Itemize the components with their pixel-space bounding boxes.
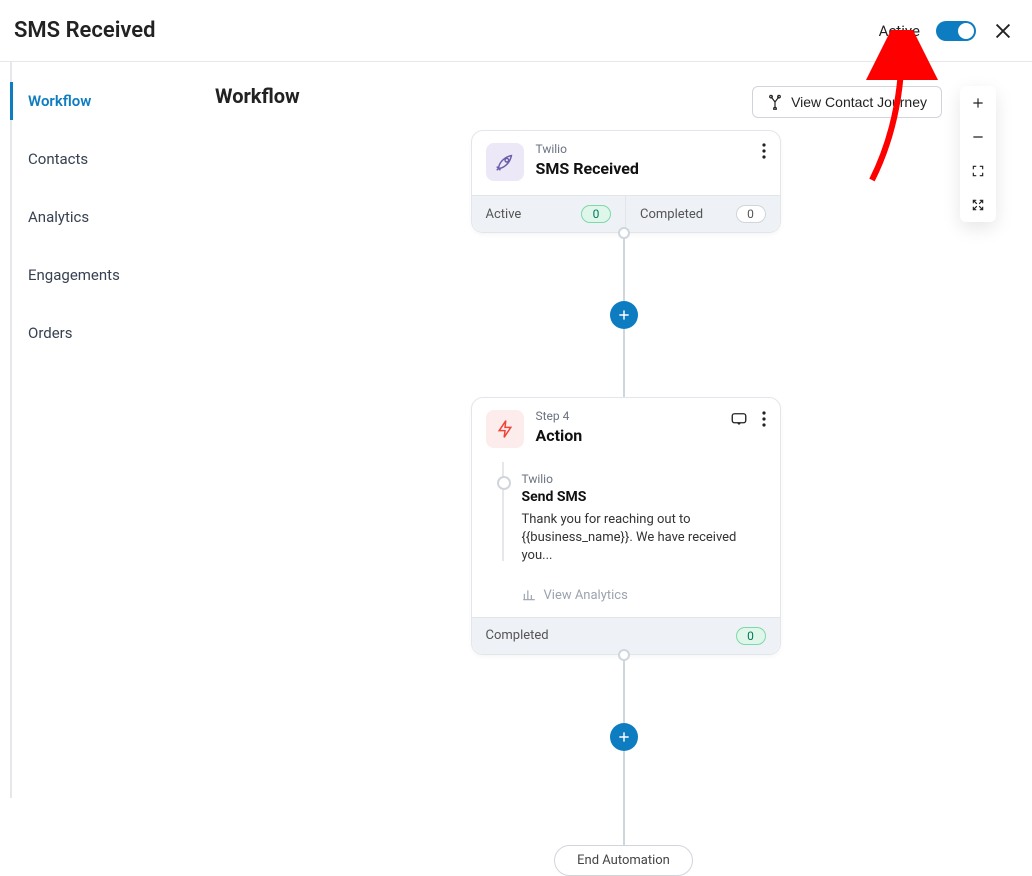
sidebar-item-analytics[interactable]: Analytics (12, 198, 215, 236)
trigger-active-stat: Active 0 (472, 196, 626, 232)
lightning-icon (486, 410, 524, 448)
end-automation-pill: End Automation (554, 845, 693, 876)
trigger-active-count: 0 (581, 205, 611, 223)
branch-icon (767, 94, 783, 110)
substep-source: Twilio (522, 472, 764, 486)
bar-chart-icon (522, 588, 536, 602)
flow-canvas[interactable]: Twilio SMS Received Active 0 (215, 108, 1032, 876)
trigger-completed-count: 0 (736, 205, 766, 223)
close-icon[interactable] (992, 20, 1014, 42)
add-step-button-2[interactable] (610, 723, 638, 751)
zoom-in-button[interactable] (960, 86, 996, 120)
action-card[interactable]: Step 4 Action (471, 397, 781, 655)
sidebar-item-contacts[interactable]: Contacts (12, 140, 215, 178)
sidebar-item-engagements[interactable]: Engagements (12, 256, 215, 294)
view-contact-journey-button[interactable]: View Contact Journey (752, 86, 942, 118)
action-step-label: Step 4 (536, 410, 718, 422)
top-right-controls: Active (879, 20, 1014, 42)
trigger-completed-stat: Completed 0 (625, 196, 780, 232)
active-toggle[interactable] (936, 21, 976, 41)
action-menu-icon[interactable] (762, 411, 766, 427)
top-bar: SMS Received Active (0, 0, 1032, 62)
add-step-button-1[interactable] (610, 301, 638, 329)
view-analytics-link[interactable]: View Analytics (522, 588, 764, 603)
substep-preview: Thank you for reaching out to {{business… (522, 511, 764, 566)
substep-title: Send SMS (522, 489, 764, 505)
fullscreen-button[interactable] (960, 188, 996, 222)
action-substep[interactable]: Twilio Send SMS Thank you for reaching o… (492, 462, 764, 574)
trigger-title: SMS Received (536, 159, 750, 178)
connector-3 (623, 655, 625, 723)
action-title: Action (536, 426, 718, 445)
action-completed-stat: Completed 0 (472, 618, 780, 654)
trigger-card[interactable]: Twilio SMS Received Active 0 (471, 130, 781, 233)
page-title: SMS Received (14, 18, 156, 43)
trigger-menu-icon[interactable] (762, 143, 766, 159)
fit-screen-button[interactable] (960, 154, 996, 188)
connector-1 (623, 233, 625, 301)
rocket-icon (486, 143, 524, 181)
trigger-source: Twilio (536, 143, 750, 155)
active-toggle-label: Active (879, 22, 920, 40)
main-panel: Workflow Twilio SMS Received (215, 62, 1032, 798)
zoom-out-button[interactable] (960, 120, 996, 154)
action-completed-count: 0 (736, 627, 766, 645)
sidebar: Workflow Contacts Analytics Engagements … (10, 62, 215, 798)
sidebar-item-workflow[interactable]: Workflow (12, 82, 215, 120)
connector-2 (623, 329, 625, 397)
sidebar-item-orders[interactable]: Orders (12, 314, 215, 352)
comment-icon[interactable] (730, 410, 748, 428)
zoom-panel (960, 86, 996, 222)
